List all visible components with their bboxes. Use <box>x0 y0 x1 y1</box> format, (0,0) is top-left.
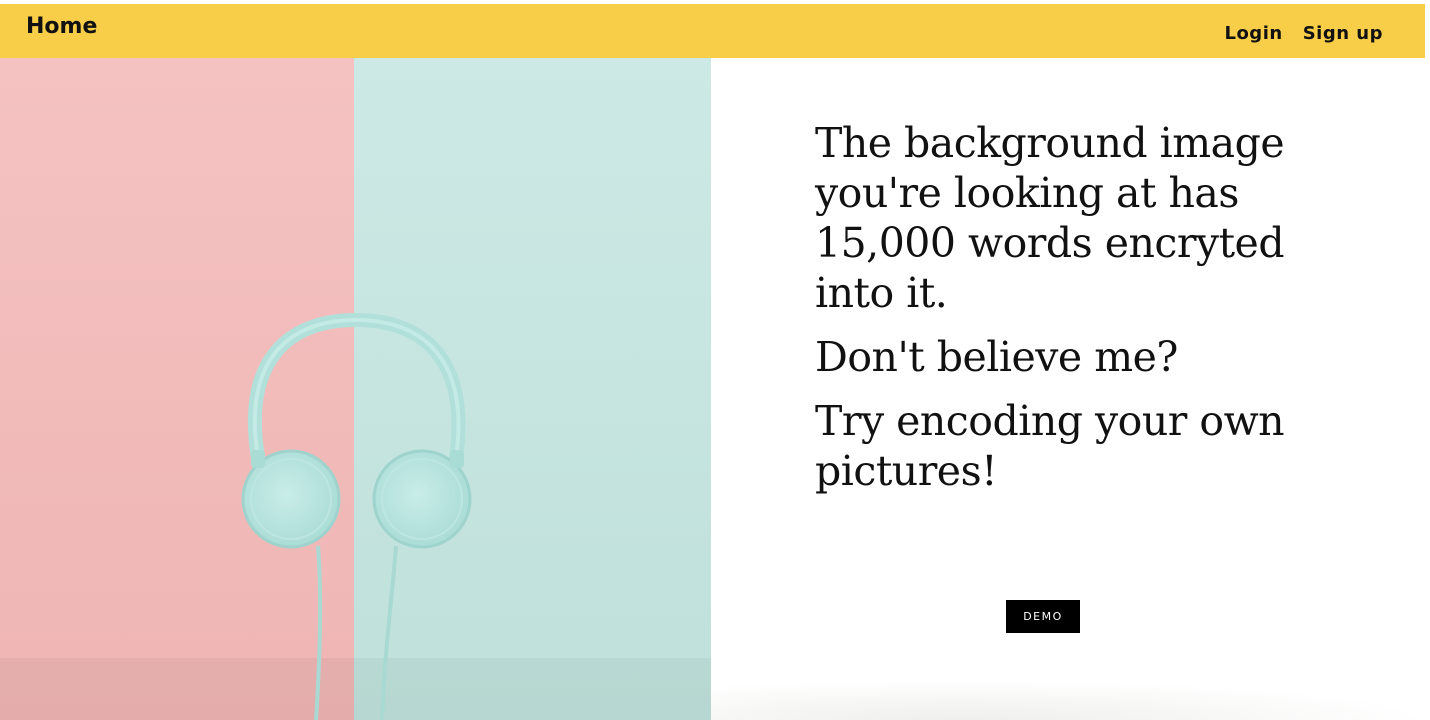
nav-home-link[interactable]: Home <box>26 14 97 39</box>
top-navbar: Home Login Sign up <box>0 4 1425 58</box>
hero-headphones-image <box>0 58 711 720</box>
hero-headline-2: Don't believe me? <box>815 333 1178 381</box>
left-yoke <box>251 450 265 468</box>
page: Home Login Sign up The background image … <box>0 0 1430 720</box>
nav-signup-link[interactable]: Sign up <box>1303 23 1383 44</box>
pink-panel <box>0 58 354 720</box>
nav-login-link[interactable]: Login <box>1224 23 1282 44</box>
demo-button[interactable]: DEMO <box>1006 600 1080 633</box>
nav-auth-links: Login Sign up <box>1224 23 1383 44</box>
mint-panel <box>354 58 711 720</box>
right-yoke <box>450 450 464 468</box>
hero-text-block: The background image you're looking at h… <box>815 118 1285 510</box>
hero-headline-3: Try encoding your own pictures! <box>815 397 1285 495</box>
bottom-shade <box>0 658 711 720</box>
headphones-illustration <box>0 58 711 720</box>
hero-headline-1: The background image you're looking at h… <box>815 119 1285 317</box>
bottom-shadow <box>711 680 1430 720</box>
